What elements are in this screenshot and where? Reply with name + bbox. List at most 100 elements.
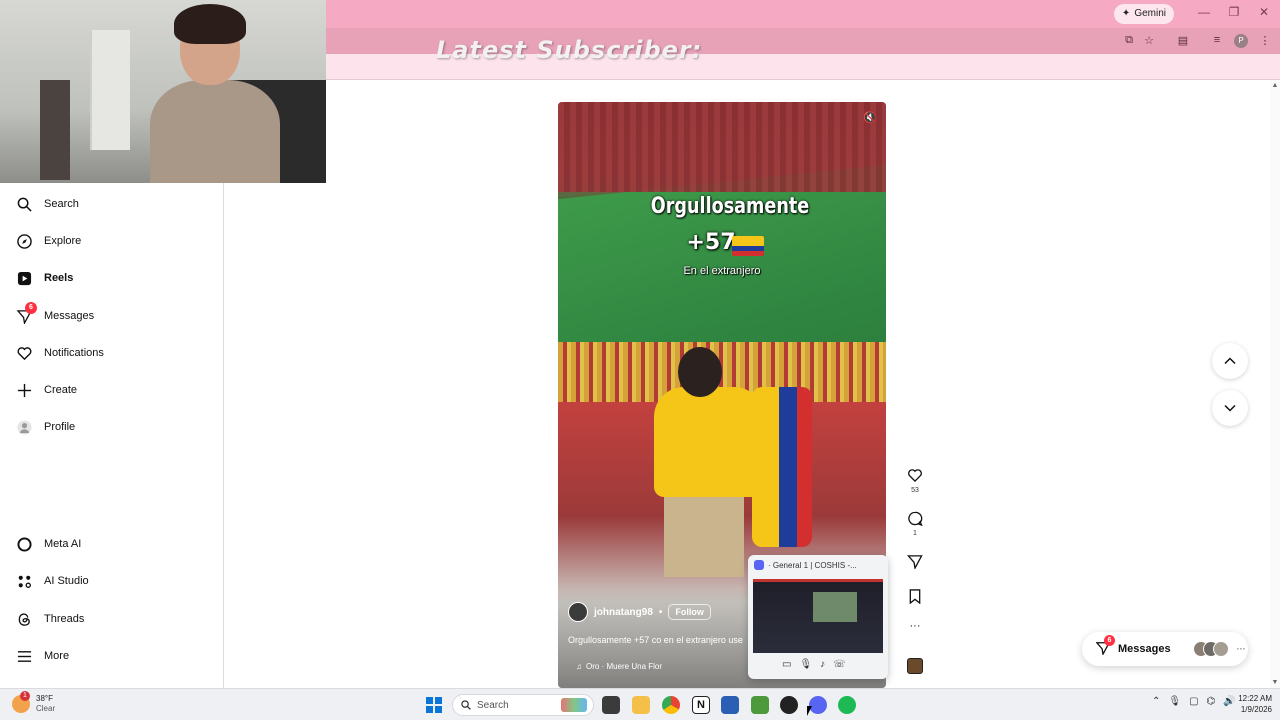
sidebar-item-create[interactable]: Create xyxy=(16,378,77,402)
camera-icon[interactable]: ▭ xyxy=(782,659,791,670)
discord-channel-label: · General 1 | COSHIS -... xyxy=(768,560,857,570)
kebab-menu-icon[interactable]: ⋮ xyxy=(1258,34,1272,47)
messages-pill[interactable]: 6 Messages ··· xyxy=(1082,632,1248,666)
music-note-icon: ♫ xyxy=(576,662,582,671)
next-reel-button[interactable] xyxy=(1212,390,1248,426)
audio-thumbnail[interactable] xyxy=(907,658,923,674)
page-scrollbar[interactable]: ▲ ▼ xyxy=(1270,80,1280,688)
close-icon[interactable]: ✕ xyxy=(1254,5,1274,19)
scroll-down-icon[interactable]: ▼ xyxy=(1270,679,1280,686)
reel-caption-subtitle: En el extranjero xyxy=(683,265,761,277)
task-view-icon[interactable] xyxy=(602,696,620,714)
system-clock[interactable]: 12:22 AM 1/9/2026 xyxy=(1232,693,1272,715)
sidepanel-icon[interactable]: ▤ xyxy=(1176,34,1190,47)
gemini-label: Gemini xyxy=(1134,8,1166,19)
minecraft-icon[interactable] xyxy=(751,696,769,714)
comment-button[interactable]: 1 xyxy=(904,511,926,537)
calculator-icon[interactable] xyxy=(721,696,739,714)
weather-badge: 1 xyxy=(20,691,30,701)
sparkle-icon: ✦ xyxy=(1121,8,1131,19)
messages-pill-label: Messages xyxy=(1118,643,1171,655)
more-options-icon[interactable]: ··· xyxy=(904,620,926,632)
profile-avatar[interactable]: P xyxy=(1234,34,1248,48)
windows-start-icon[interactable] xyxy=(426,697,442,713)
send-icon xyxy=(907,555,923,571)
sidebar-item-threads[interactable]: Threads xyxy=(16,607,84,631)
discord-icon xyxy=(754,560,764,570)
webcam-shelf xyxy=(40,80,70,180)
weather-widget[interactable]: 1 38°F Clear xyxy=(12,691,56,714)
sidebar-item-meta-ai[interactable]: Meta AI xyxy=(16,532,81,556)
sidebar-item-search[interactable]: Search xyxy=(16,192,79,216)
sidebar-item-reels[interactable]: Reels xyxy=(16,266,73,290)
avatar-icon xyxy=(16,419,32,435)
bookmark-icon xyxy=(909,589,921,605)
like-button[interactable]: 53 xyxy=(904,468,926,494)
headphones-icon[interactable]: ♪ xyxy=(820,659,825,670)
messages-avatars xyxy=(1192,641,1229,657)
sidebar-item-profile[interactable]: Profile xyxy=(16,415,75,439)
taskbar-search-placeholder: Search xyxy=(477,699,509,711)
discord-stream-preview[interactable] xyxy=(753,579,883,653)
taskbar-search[interactable]: Search xyxy=(452,694,594,716)
reel-author-avatar[interactable] xyxy=(568,602,588,622)
weather-desc: Clear xyxy=(36,704,56,713)
install-app-icon[interactable]: ⧉ xyxy=(1122,34,1136,47)
discord-call-popout[interactable]: · General 1 | COSHIS -... ▭ 🎙 ♪ ☏ xyxy=(748,555,888,679)
previous-reel-button[interactable] xyxy=(1212,343,1248,379)
microphone-icon[interactable]: 🎙 xyxy=(1168,696,1181,707)
sidebar: Search Explore Reels 6 Messages Notifica… xyxy=(0,183,224,688)
comment-count: 1 xyxy=(913,530,917,537)
windows-taskbar: 1 38°F Clear Search N ⌃ 🎙 ▢ ⌬ 🔊 12:22 AM… xyxy=(0,688,1280,720)
search-highlight-icon xyxy=(561,698,587,712)
extensions-icon[interactable]: ≡ xyxy=(1210,34,1224,46)
network-icon[interactable]: ⌬ xyxy=(1207,696,1216,707)
reel-audio[interactable]: ♫ Oro · Muere Una Flor xyxy=(576,662,662,671)
file-explorer-icon[interactable] xyxy=(632,696,650,714)
chrome-icon[interactable] xyxy=(662,696,680,714)
reel-username[interactable]: johnatang98 xyxy=(594,607,653,618)
more-avatars-indicator: ··· xyxy=(1236,644,1246,654)
sidebar-item-ai-studio[interactable]: AI Studio xyxy=(16,569,89,593)
threads-icon xyxy=(16,611,32,627)
follow-button[interactable]: Follow xyxy=(668,604,711,620)
reel-separator-dot: • xyxy=(658,606,663,618)
sidebar-item-label: AI Studio xyxy=(44,575,89,587)
sidebar-item-messages[interactable]: 6 Messages xyxy=(16,302,95,328)
sidebar-item-notifications[interactable]: Notifications xyxy=(16,341,104,365)
minimize-icon[interactable]: — xyxy=(1194,5,1214,19)
microphone-icon[interactable]: 🎙 xyxy=(799,659,812,670)
reels-icon xyxy=(16,270,32,286)
mute-icon[interactable]: 🔇 xyxy=(862,110,878,126)
gemini-button[interactable]: ✦ Gemini xyxy=(1113,4,1174,24)
fan-figure xyxy=(654,347,764,577)
heart-icon xyxy=(16,345,32,361)
bookmark-star-icon[interactable]: ☆ xyxy=(1142,34,1156,47)
tray-overflow-icon[interactable]: ⌃ xyxy=(1152,696,1160,707)
sidebar-item-explore[interactable]: Explore xyxy=(16,229,81,253)
spotify-icon[interactable] xyxy=(838,696,856,714)
scroll-up-icon[interactable]: ▲ xyxy=(1270,82,1280,89)
sidebar-item-label: Messages xyxy=(44,310,95,322)
save-button[interactable] xyxy=(904,589,926,607)
display-icon[interactable]: ▢ xyxy=(1189,696,1198,707)
notion-icon[interactable]: N xyxy=(692,696,710,714)
sidebar-item-label: Explore xyxy=(44,235,82,247)
share-button[interactable] xyxy=(904,554,926,572)
webcam-door xyxy=(90,30,130,150)
meta-ai-icon xyxy=(16,536,32,552)
obs-icon[interactable] xyxy=(780,696,798,714)
reel-audio-label: Oro · Muere Una Flor xyxy=(586,662,663,671)
weather-temp: 38°F xyxy=(36,694,53,703)
avatar xyxy=(1212,641,1229,657)
plus-icon xyxy=(16,382,32,398)
sidebar-item-more[interactable]: More xyxy=(16,644,69,668)
disconnect-icon[interactable]: ☏ xyxy=(833,659,846,670)
sidebar-item-label: Search xyxy=(44,198,79,210)
weather-icon: 1 xyxy=(12,691,30,713)
heart-icon xyxy=(908,469,922,483)
sidebar-item-label: Threads xyxy=(44,613,85,625)
maximize-icon[interactable]: ❐ xyxy=(1224,5,1244,19)
search-icon xyxy=(16,196,32,212)
sidebar-item-label: Notifications xyxy=(44,347,104,359)
